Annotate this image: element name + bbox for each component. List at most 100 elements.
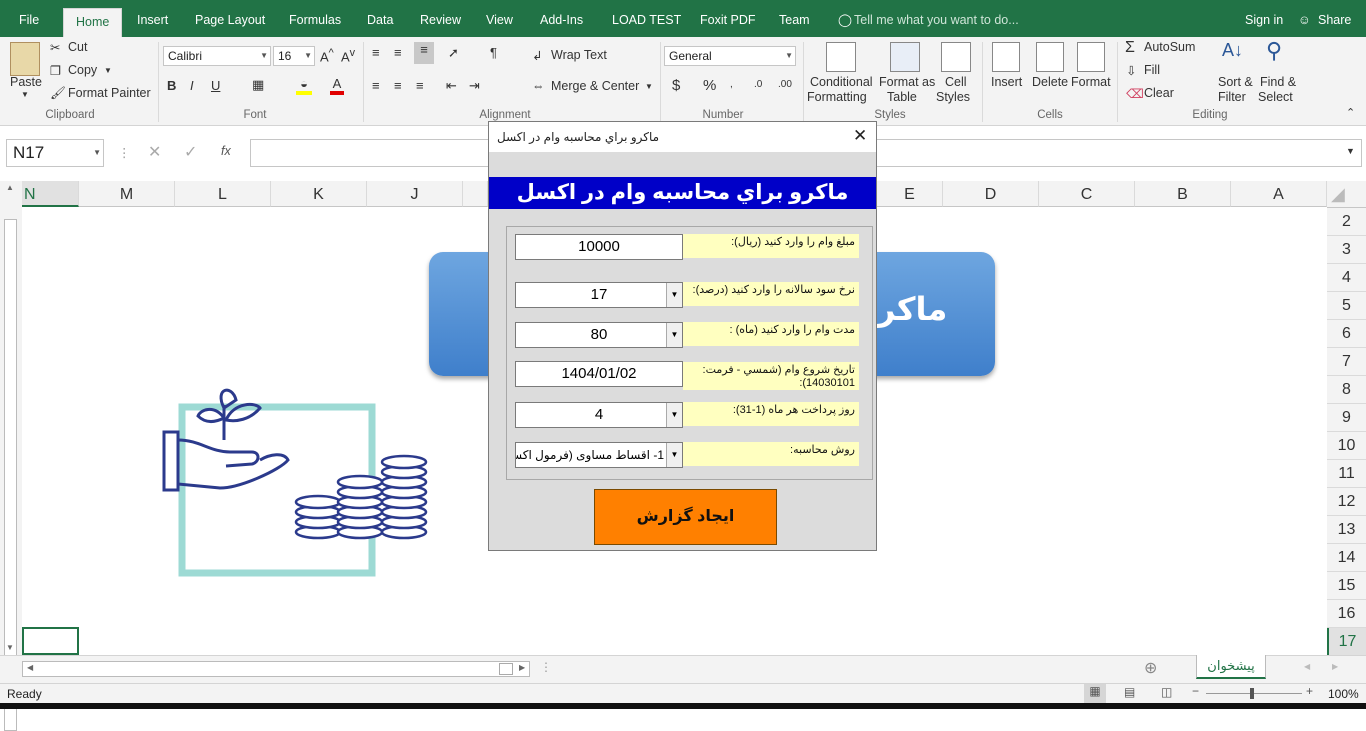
bold-button[interactable]: B xyxy=(167,78,176,93)
row-header[interactable]: 15 xyxy=(1327,572,1366,600)
expand-formula-icon[interactable]: ▼ xyxy=(1346,146,1355,156)
tab-view[interactable]: View xyxy=(486,0,513,37)
decrease-decimal-icon[interactable]: .00 xyxy=(778,79,792,90)
tab-review[interactable]: Review xyxy=(420,0,461,37)
tab-scroll-right-icon[interactable]: ▶ xyxy=(1332,662,1338,671)
sheet-tab-dashboard[interactable]: پیشخوان xyxy=(1196,655,1266,679)
row-header[interactable]: 3 xyxy=(1327,236,1366,264)
tab-home[interactable]: Home xyxy=(63,8,123,37)
tab-data[interactable]: Data xyxy=(367,0,393,37)
column-header-m[interactable]: M xyxy=(79,181,175,207)
column-header-k[interactable]: K xyxy=(271,181,367,207)
cell-label[interactable]: Cell xyxy=(945,75,967,89)
fill-button[interactable]: Fill xyxy=(1144,63,1160,77)
font-color-icon[interactable]: A xyxy=(330,76,344,95)
row-header[interactable]: 17 xyxy=(1327,628,1366,656)
row-header[interactable]: 2 xyxy=(1327,208,1366,236)
format-as-table-button[interactable]: Table xyxy=(887,90,917,104)
tab-formulas[interactable]: Formulas xyxy=(289,0,341,37)
column-header-l[interactable]: L xyxy=(175,181,271,207)
delete-cells-button[interactable]: Delete xyxy=(1032,75,1068,89)
tab-load-test[interactable]: LOAD TEST xyxy=(612,0,681,37)
conditional-label[interactable]: Conditional xyxy=(810,75,873,89)
column-header-e[interactable]: E xyxy=(877,181,943,207)
row-header[interactable]: 14 xyxy=(1327,544,1366,572)
select-all-button[interactable]: ◢ xyxy=(1327,181,1366,208)
scroll-left-icon[interactable]: ◀ xyxy=(27,663,33,672)
row-header[interactable]: 7 xyxy=(1327,348,1366,376)
align-top-icon[interactable]: ≡ xyxy=(372,45,380,60)
grow-font-icon[interactable]: A^ xyxy=(320,47,334,64)
zoom-slider-thumb[interactable] xyxy=(1250,688,1254,699)
row-header[interactable]: 10 xyxy=(1327,432,1366,460)
row-header[interactable]: 11 xyxy=(1327,460,1366,488)
shrink-font-icon[interactable]: Av xyxy=(341,47,355,64)
scroll-right-icon[interactable]: ▶ xyxy=(519,663,525,672)
format-painter-button[interactable]: Format Painter xyxy=(68,86,151,100)
find-label[interactable]: Find & xyxy=(1260,75,1296,89)
selected-cell-n17[interactable] xyxy=(22,627,79,655)
create-report-button[interactable]: ايجاد گزارش xyxy=(594,489,777,545)
column-header-d[interactable]: D xyxy=(943,181,1039,207)
increase-decimal-icon[interactable]: .0 xyxy=(754,79,762,90)
copy-dropdown-icon[interactable]: ▼ xyxy=(104,66,112,75)
font-size-select[interactable]: 16 ▼ xyxy=(273,46,315,66)
italic-button[interactable]: I xyxy=(190,78,194,93)
cell-styles-button[interactable]: Styles xyxy=(936,90,970,104)
tab-insert[interactable]: Insert xyxy=(137,0,168,37)
scroll-down-icon[interactable]: ▼ xyxy=(6,643,14,652)
page-layout-view-icon[interactable]: ▤ xyxy=(1124,685,1135,699)
column-header-c[interactable]: C xyxy=(1039,181,1135,207)
increase-indent-icon[interactable]: ⇥ xyxy=(469,78,480,94)
comma-style-icon[interactable]: , xyxy=(730,79,733,90)
merge-center-button[interactable]: Merge & Center xyxy=(551,79,639,93)
normal-view-icon[interactable]: ▦ xyxy=(1084,684,1106,703)
copy-button[interactable]: Copy xyxy=(68,63,97,77)
decrease-indent-icon[interactable]: ⇤ xyxy=(446,78,457,94)
tab-team[interactable]: Team xyxy=(779,0,810,37)
borders-icon[interactable]: ▦ xyxy=(252,77,264,93)
zoom-out-icon[interactable]: − xyxy=(1192,684,1199,698)
hscroll-thumb[interactable] xyxy=(499,663,513,675)
tab-splitter-icon[interactable]: ⋮ xyxy=(540,660,552,674)
paste-dropdown-icon[interactable]: ▼ xyxy=(21,90,29,99)
clear-button[interactable]: Clear xyxy=(1144,86,1174,100)
new-sheet-icon[interactable]: ⊕ xyxy=(1144,658,1157,678)
tell-me-search[interactable]: Tell me what you want to do... xyxy=(854,0,1019,37)
autosum-button[interactable]: AutoSum xyxy=(1144,40,1195,54)
orientation-icon[interactable]: ➚ xyxy=(448,45,459,61)
share-button[interactable]: Share xyxy=(1318,0,1351,37)
fill-color-icon[interactable]: ◒ xyxy=(296,76,312,95)
column-header-j[interactable]: J xyxy=(367,181,463,207)
column-header-hidden[interactable] xyxy=(463,181,488,207)
cut-button[interactable]: Cut xyxy=(68,40,87,54)
row-header[interactable]: 6 xyxy=(1327,320,1366,348)
insert-function-button[interactable]: fx xyxy=(221,144,231,158)
tab-scroll-left-icon[interactable]: ◀ xyxy=(1304,662,1310,671)
payment-day-combobox[interactable]: 4 ▼ xyxy=(515,402,683,428)
page-break-view-icon[interactable]: ◫ xyxy=(1161,685,1172,699)
align-middle-icon[interactable]: ≡ xyxy=(394,45,402,60)
loan-term-combobox[interactable]: 80 ▼ xyxy=(515,322,683,348)
wrap-text-button[interactable]: Wrap Text xyxy=(551,48,607,62)
align-left-icon[interactable]: ≡ xyxy=(372,78,380,93)
zoom-in-icon[interactable]: + xyxy=(1306,684,1313,698)
rtl-icon[interactable]: ¶ xyxy=(490,45,497,60)
loan-amount-input[interactable]: 10000 xyxy=(515,234,683,260)
vertical-scrollbar[interactable]: ▲ ▼ xyxy=(0,181,22,731)
column-header-a[interactable]: A xyxy=(1231,181,1327,207)
calc-method-combobox[interactable]: 1- اقساط مساوی (فرمول اکسل)▼ xyxy=(515,442,683,468)
tab-addins[interactable]: Add-Ins xyxy=(540,0,583,37)
row-header[interactable]: 16 xyxy=(1327,600,1366,628)
row-header[interactable]: 9 xyxy=(1327,404,1366,432)
close-icon[interactable]: ✕ xyxy=(853,126,867,146)
enter-icon[interactable]: ✓ xyxy=(184,142,197,162)
merge-dropdown-icon[interactable]: ▼ xyxy=(645,82,653,91)
row-header[interactable]: 12 xyxy=(1327,488,1366,516)
align-center-icon[interactable]: ≡ xyxy=(394,78,402,93)
font-name-select[interactable]: Calibri ▼ xyxy=(163,46,271,66)
interest-rate-combobox[interactable]: 17 ▼ xyxy=(515,282,683,308)
tab-foxit[interactable]: Foxit PDF xyxy=(700,0,756,37)
zoom-level[interactable]: 100% xyxy=(1328,687,1359,701)
sign-in-link[interactable]: Sign in xyxy=(1245,0,1283,37)
